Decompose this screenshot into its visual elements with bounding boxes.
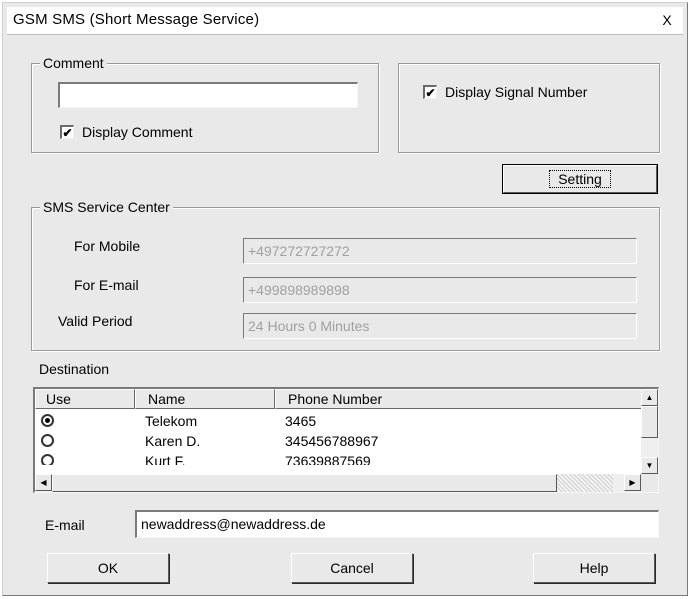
table-row[interactable]: Telekom 3465 (35, 411, 642, 431)
service-center-group: SMS Service Center For Mobile +497272727… (31, 198, 660, 351)
sms-dialog: GSM SMS (Short Message Service) X Commen… (2, 2, 688, 596)
comment-group-title: Comment (40, 54, 107, 72)
cancel-label: Cancel (330, 560, 374, 576)
row-name: Kurt F. (145, 453, 186, 465)
check-icon: ✔ (423, 85, 437, 99)
radio-icon[interactable] (41, 414, 54, 427)
row-phone: 3465 (285, 413, 317, 429)
check-icon: ✔ (60, 125, 74, 139)
ok-label: OK (97, 560, 119, 576)
row-phone: 345456788967 (285, 433, 379, 449)
scroll-corner (641, 474, 658, 492)
column-header-phone[interactable]: Phone Number (275, 389, 642, 409)
display-signal-label: Display Signal Number (445, 84, 588, 100)
display-comment-checkbox[interactable]: ✔ Display Comment (60, 124, 192, 140)
email-label: E-mail (45, 517, 85, 533)
horizontal-scroll-thumb[interactable] (52, 474, 557, 492)
radio-icon[interactable] (41, 454, 54, 465)
right-arrow-icon[interactable]: ▶ (624, 474, 641, 491)
email-center-field: +499898989898 (243, 277, 637, 303)
vertical-scroll-thumb[interactable] (641, 406, 658, 438)
radio-icon[interactable] (41, 434, 54, 447)
scroll-track[interactable] (557, 474, 613, 492)
ok-button[interactable]: OK (47, 553, 169, 583)
destination-label: Destination (39, 361, 110, 377)
cancel-button[interactable]: Cancel (291, 553, 413, 583)
mobile-label: For Mobile (74, 238, 141, 254)
table-row[interactable]: Kurt F. 73639887569 (35, 451, 642, 465)
valid-period-label: Valid Period (58, 313, 133, 329)
row-phone: 73639887569 (285, 453, 371, 465)
help-button[interactable]: Help (533, 553, 655, 583)
column-header-name[interactable]: Name (135, 389, 275, 409)
email-input[interactable]: newaddress@newaddress.de (135, 510, 659, 538)
window-title: GSM SMS (Short Message Service) (13, 11, 260, 28)
setting-button-label: Setting (549, 170, 611, 188)
destination-list[interactable]: Use Name Phone Number Telekom 3465 Karen… (33, 387, 659, 493)
title-bar: GSM SMS (Short Message Service) X (7, 7, 683, 35)
left-arrow-icon[interactable]: ◀ (35, 474, 52, 491)
horizontal-scrollbar[interactable]: ◀ ▶ (35, 474, 641, 492)
email-center-label: For E-mail (74, 277, 139, 293)
display-signal-checkbox[interactable]: ✔ Display Signal Number (423, 84, 587, 100)
display-comment-label: Display Comment (82, 124, 193, 140)
service-center-title: SMS Service Center (40, 198, 173, 216)
mobile-number-field: +497272727272 (243, 238, 637, 264)
column-header-use[interactable]: Use (35, 389, 135, 409)
vertical-scrollbar[interactable]: ▲ ▼ (641, 389, 658, 474)
row-name: Karen D. (145, 433, 201, 449)
up-arrow-icon[interactable]: ▲ (641, 389, 658, 406)
down-arrow-icon[interactable]: ▼ (641, 457, 658, 474)
help-label: Help (579, 560, 609, 576)
comment-input[interactable] (58, 82, 358, 108)
row-name: Telekom (145, 413, 198, 429)
valid-period-field: 24 Hours 0 Minutes (243, 313, 637, 339)
signal-group: ✔ Display Signal Number (398, 63, 660, 153)
setting-button[interactable]: Setting (502, 164, 658, 194)
close-icon: X (662, 12, 672, 28)
comment-group: Comment ✔ Display Comment (31, 54, 379, 153)
table-row[interactable]: Karen D. 345456788967 (35, 431, 642, 451)
close-button[interactable]: X (657, 10, 677, 30)
